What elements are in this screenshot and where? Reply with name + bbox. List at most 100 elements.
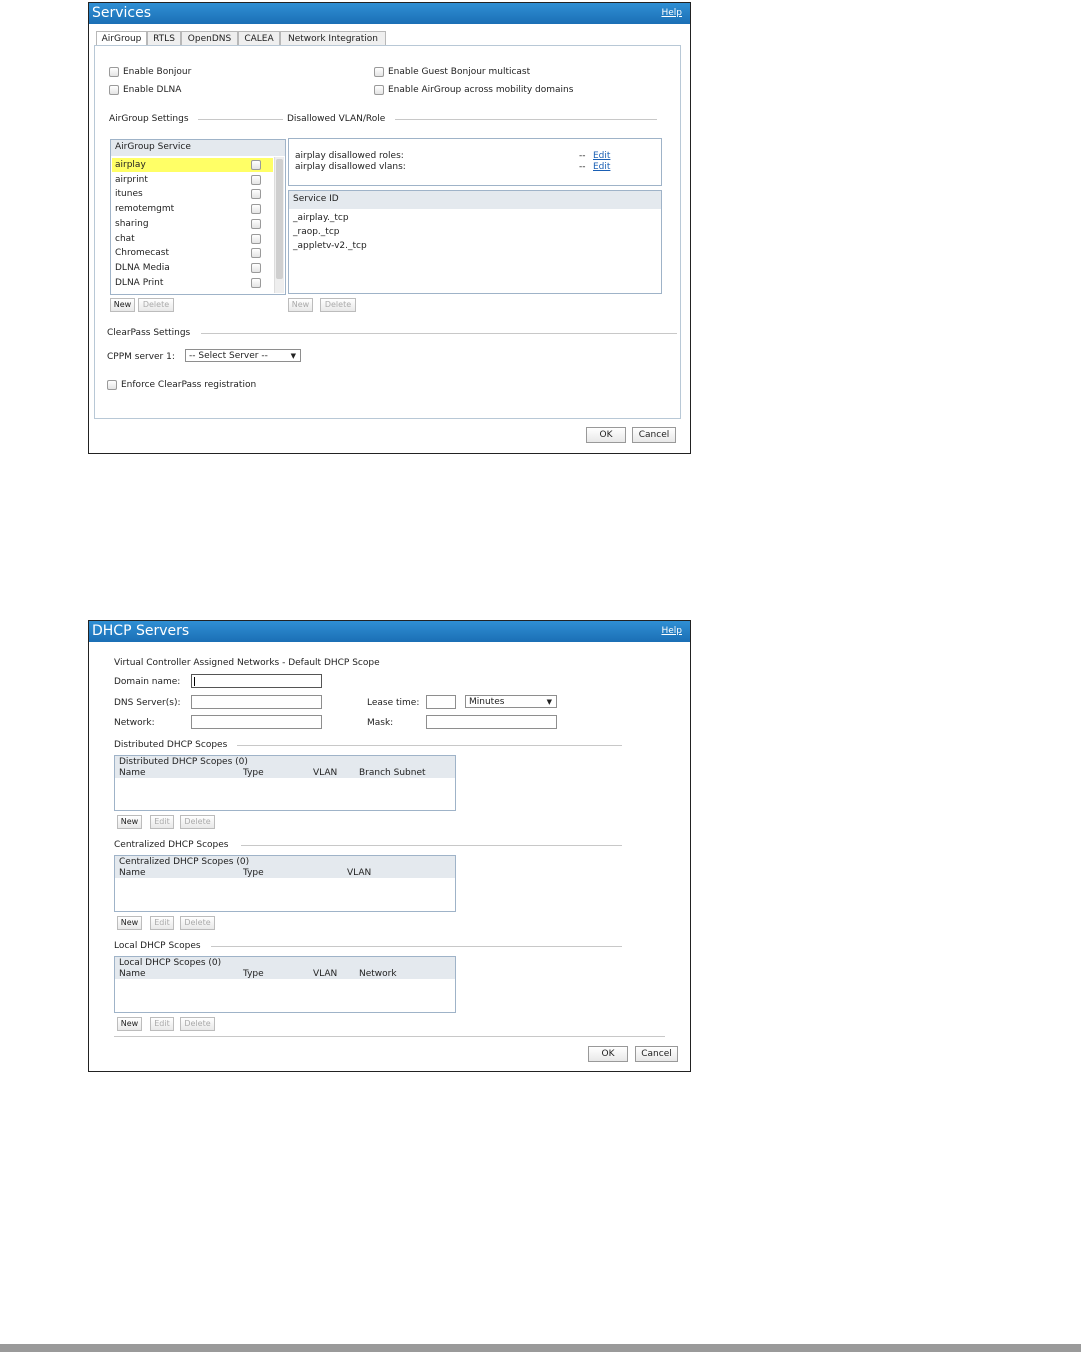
divider — [198, 119, 283, 120]
disallowed-roles-label: airplay disallowed roles: — [295, 151, 404, 161]
service-list-item[interactable]: airplay — [112, 158, 273, 172]
cancel-button[interactable]: Cancel — [632, 427, 676, 443]
tab-opendns[interactable]: OpenDNS — [181, 31, 238, 46]
service-name: DLNA Print — [115, 277, 164, 288]
delete-service-id-button[interactable]: Delete — [320, 298, 356, 312]
tab-content: Enable Bonjour Enable DLNA Enable Guest … — [94, 45, 681, 419]
service-checkbox[interactable] — [251, 248, 261, 259]
service-checkbox[interactable] — [251, 262, 261, 273]
table-title: Distributed DHCP Scopes (0) — [119, 757, 248, 767]
local-new-button[interactable]: New — [117, 1017, 142, 1031]
centralized-delete-button[interactable]: Delete — [180, 916, 215, 930]
service-name: DLNA Media — [115, 262, 170, 273]
cppm-server-select[interactable]: -- Select Server -- ▼ — [185, 349, 301, 362]
service-checkbox[interactable] — [251, 204, 261, 215]
network-input[interactable] — [191, 715, 322, 729]
new-service-button[interactable]: New — [110, 298, 135, 312]
service-name: airplay — [115, 160, 146, 170]
enable-guest-bonjour-checkbox[interactable] — [374, 67, 384, 77]
enable-bonjour-label: Enable Bonjour — [123, 67, 192, 77]
service-checkbox[interactable] — [251, 233, 261, 244]
service-name: chat — [115, 233, 135, 244]
service-name: sharing — [115, 218, 149, 229]
disallowed-vlans-label: airplay disallowed vlans: — [295, 162, 406, 172]
network-label: Network: — [114, 718, 155, 728]
tab-network-integration[interactable]: Network Integration — [280, 31, 386, 46]
service-list-item[interactable]: remotemgmt — [112, 202, 273, 216]
list-header: AirGroup Service — [111, 140, 285, 156]
edit-vlans-link[interactable]: Edit — [593, 162, 610, 172]
enable-dlna-checkbox[interactable] — [109, 85, 119, 95]
service-checkbox[interactable] — [251, 218, 261, 229]
service-checkbox[interactable] — [251, 160, 261, 170]
dns-servers-input[interactable] — [191, 695, 322, 709]
centralized-edit-button[interactable]: Edit — [150, 916, 174, 930]
lease-unit-value: Minutes — [469, 697, 505, 707]
disallowed-heading: Disallowed VLAN/Role — [287, 114, 386, 124]
divider — [114, 1036, 665, 1037]
local-delete-button[interactable]: Delete — [180, 1017, 215, 1031]
service-id-item[interactable]: _appletv-v2._tcp — [293, 241, 367, 251]
page-bottom-bar — [0, 1344, 1081, 1352]
service-list-item[interactable]: DLNA Media — [112, 261, 273, 275]
table-header: Local DHCP Scopes (0) Name Type VLAN Net… — [115, 957, 455, 979]
dialog-title: Services — [92, 5, 152, 21]
service-list-item[interactable]: itunes — [112, 187, 273, 201]
service-name: airprint — [115, 174, 148, 185]
domain-name-label: Domain name: — [114, 677, 181, 687]
distributed-edit-button[interactable]: Edit — [150, 815, 174, 829]
edit-roles-link[interactable]: Edit — [593, 151, 610, 161]
enforce-clearpass-checkbox[interactable] — [107, 380, 117, 390]
help-link[interactable]: Help — [661, 8, 682, 18]
divider — [237, 745, 622, 746]
table-header: Distributed DHCP Scopes (0) Name Type VL… — [115, 756, 455, 778]
service-checkbox[interactable] — [251, 174, 261, 185]
lease-time-input[interactable] — [426, 695, 456, 709]
services-titlebar: Services Help — [89, 3, 690, 24]
col-vlan: VLAN — [313, 969, 338, 979]
ok-button[interactable]: OK — [588, 1046, 628, 1062]
service-name: remotemgmt — [115, 204, 175, 215]
service-list-item[interactable]: sharing — [112, 217, 273, 231]
service-list-item[interactable]: DLNA Print — [112, 276, 273, 290]
tab-rtls[interactable]: RTLS — [147, 31, 181, 46]
enable-guest-bonjour-label: Enable Guest Bonjour multicast — [388, 67, 531, 77]
airgroup-settings-heading: AirGroup Settings — [109, 114, 189, 124]
service-id-item[interactable]: _airplay._tcp — [293, 213, 349, 223]
divider — [395, 119, 657, 120]
service-checkbox[interactable] — [251, 277, 261, 288]
service-id-header: Service ID — [289, 191, 661, 209]
col-name: Name — [119, 868, 146, 878]
service-id-item[interactable]: _raop._tcp — [293, 227, 340, 237]
enable-bonjour-checkbox[interactable] — [109, 67, 119, 77]
list-scrollbar[interactable] — [274, 157, 284, 293]
service-list-item[interactable]: chat — [112, 232, 273, 246]
enable-airgroup-mobility-checkbox[interactable] — [374, 85, 384, 95]
service-list-item[interactable]: airprint — [112, 173, 273, 187]
scrollbar-thumb[interactable] — [276, 159, 283, 279]
lease-unit-select[interactable]: Minutes ▼ — [465, 695, 557, 708]
ok-button[interactable]: OK — [586, 427, 626, 443]
new-service-id-button[interactable]: New — [288, 298, 313, 312]
dropdown-arrow-icon: ▼ — [290, 352, 296, 360]
tab-calea[interactable]: CALEA — [238, 31, 280, 46]
centralized-new-button[interactable]: New — [117, 916, 142, 930]
distributed-section-heading: Distributed DHCP Scopes — [114, 740, 228, 750]
service-checkbox[interactable] — [251, 189, 261, 200]
delete-service-button[interactable]: Delete — [138, 298, 174, 312]
distributed-delete-button[interactable]: Delete — [180, 815, 215, 829]
service-list-item[interactable]: Chromecast — [112, 246, 273, 260]
mask-input[interactable] — [426, 715, 557, 729]
col-type: Type — [243, 768, 264, 778]
lease-time-label: Lease time: — [367, 698, 420, 708]
distributed-new-button[interactable]: New — [117, 815, 142, 829]
divider — [201, 333, 677, 334]
cancel-button[interactable]: Cancel — [635, 1046, 678, 1062]
local-scopes-table: Local DHCP Scopes (0) Name Type VLAN Net… — [114, 956, 456, 1013]
local-edit-button[interactable]: Edit — [150, 1017, 174, 1031]
table-title: Local DHCP Scopes (0) — [119, 958, 222, 968]
help-link[interactable]: Help — [661, 626, 682, 636]
dhcp-titlebar: DHCP Servers Help — [89, 621, 690, 642]
domain-name-input[interactable] — [191, 674, 322, 688]
service-name: Chromecast — [115, 248, 169, 259]
